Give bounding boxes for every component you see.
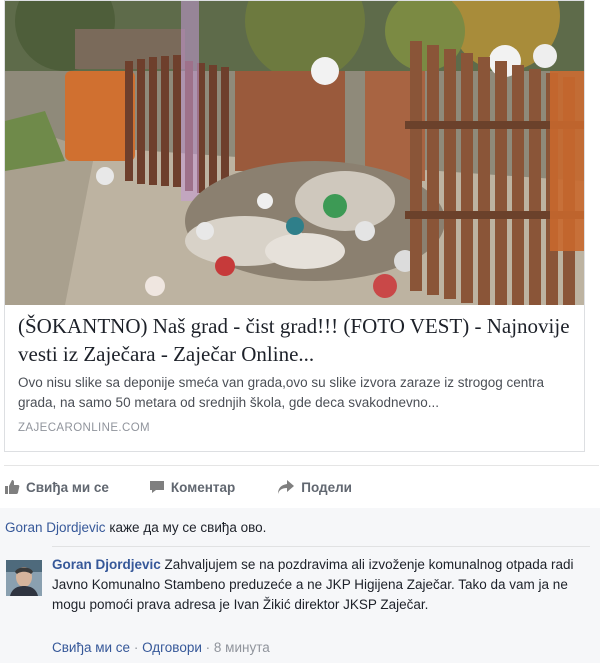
liker-name-link[interactable]: Goran Djordjevic: [5, 520, 106, 535]
like-button[interactable]: Свиђа ми се: [4, 479, 109, 495]
comment-reply-link[interactable]: Одговори: [142, 640, 202, 655]
comment-time[interactable]: 8 минута: [214, 640, 270, 655]
feedback-section: Goran Djordjevic каже да му се свиђа ово…: [0, 508, 600, 663]
divider: [52, 546, 590, 547]
link-preview-photo[interactable]: [5, 1, 584, 305]
speech-bubble-icon: [149, 479, 165, 495]
share-button[interactable]: Подели: [277, 479, 352, 495]
like-summary: Goran Djordjevic каже да му се свиђа ово…: [5, 520, 266, 535]
share-arrow-icon: [277, 479, 295, 495]
link-domain: ZAJECARONLINE.COM: [18, 422, 151, 434]
link-title[interactable]: (ŠOKANTNO) Naš grad - čist grad!!! (FOTO…: [18, 312, 576, 368]
comment-like-link[interactable]: Свиђа ми се: [52, 640, 130, 655]
comment-button[interactable]: Коментар: [149, 479, 235, 495]
like-button-label: Свиђа ми се: [26, 479, 109, 495]
like-summary-text: каже да му се свиђа ово.: [109, 520, 267, 535]
comment-author-link[interactable]: Goran Djordjevic: [52, 557, 161, 572]
share-button-label: Подели: [301, 479, 352, 495]
post-actions-bar: Свиђа ми се Коментар Подели: [4, 472, 594, 502]
link-description: Ovo nisu slike sa deponije smeća van gra…: [18, 375, 545, 410]
meta-separator: ·: [133, 640, 139, 655]
comment-body: Goran Djordjevic Zahvaljujem se na pozdr…: [52, 555, 592, 615]
link-preview-card[interactable]: (ŠOKANTNO) Naš grad - čist grad!!! (FOTO…: [4, 0, 585, 452]
thumbs-up-icon: [4, 479, 20, 495]
comment-button-label: Коментар: [170, 479, 236, 495]
meta-separator: ·: [205, 640, 211, 655]
comment-meta: Свиђа ми се · Одговори · 8 минута: [52, 640, 270, 655]
avatar[interactable]: [6, 560, 42, 596]
divider: [4, 465, 599, 466]
